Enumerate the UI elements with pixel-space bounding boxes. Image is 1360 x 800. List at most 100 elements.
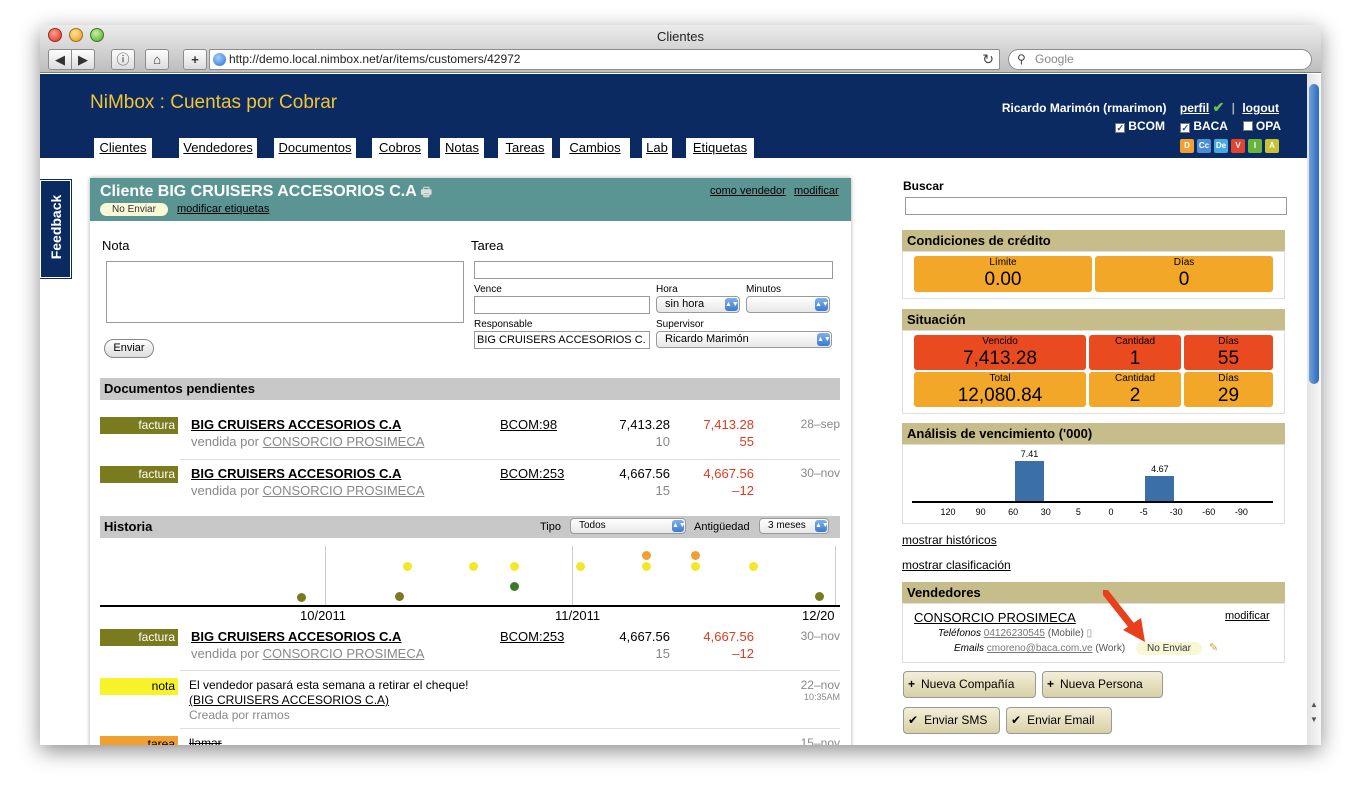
tab-cambios[interactable]: Cambios xyxy=(560,138,630,158)
modify-customer-link[interactable]: modificar xyxy=(794,185,839,197)
company-label-opa: OPA xyxy=(1255,119,1281,133)
aging-bar xyxy=(1015,461,1044,501)
print-icon[interactable]: 🖶 xyxy=(421,185,432,199)
seller-name-link[interactable]: CONSORCIO PROSIMECA xyxy=(914,610,1076,625)
tab-etiquetas[interactable]: Etiquetas xyxy=(686,138,754,158)
new-company-button[interactable]: + Nueva Compañía xyxy=(903,671,1036,698)
scroll-down-icon[interactable]: ▼ xyxy=(1310,715,1318,724)
as-seller-link[interactable]: como vendedor xyxy=(710,185,786,197)
note-textarea[interactable] xyxy=(106,261,464,323)
tab-documentos[interactable]: Documentos xyxy=(274,138,356,158)
send-note-button[interactable]: Enviar xyxy=(104,339,154,358)
feedback-tab[interactable]: Feedback xyxy=(40,180,71,278)
doc-days: 10 xyxy=(655,434,670,449)
v-icon[interactable]: V xyxy=(1231,139,1245,153)
d-icon[interactable]: D xyxy=(1180,139,1194,153)
doc-number-link[interactable]: BCOM:253 xyxy=(500,629,564,644)
scrollbar-thumb[interactable] xyxy=(1309,84,1319,384)
company-checkbox-baca[interactable]: ✓ xyxy=(1180,123,1191,133)
doc-number-link[interactable]: BCOM:98 xyxy=(500,417,557,432)
doc-date: 28–sep xyxy=(800,417,840,431)
hour-select[interactable]: sin hora ▲▼ xyxy=(656,296,740,313)
doc-number-link[interactable]: BCOM:253 xyxy=(500,466,564,481)
due-date-input[interactable] xyxy=(474,296,650,314)
doc-type-badge: factura xyxy=(100,466,178,483)
responsible-input[interactable]: BIG CRUISERS ACCESORIOS C. xyxy=(474,331,650,349)
tab-notas[interactable]: Notas xyxy=(440,138,484,158)
timeline-event-dot[interactable] xyxy=(395,592,404,601)
modify-tags-link[interactable]: modificar etiquetas xyxy=(177,203,269,215)
search-field[interactable]: ⚲ Google xyxy=(1008,49,1312,70)
situation-box: Vencido 7,413.28 Cantidad 1 Días 55 Total 12… xyxy=(902,330,1285,414)
timeline-event-dot[interactable] xyxy=(749,562,758,571)
minutes-select[interactable]: ▲▼ xyxy=(746,296,830,313)
tab-tareas[interactable]: Tareas xyxy=(498,138,552,158)
reload-icon[interactable]: ↻ xyxy=(982,50,994,69)
logout-link[interactable]: logout xyxy=(1242,101,1279,115)
address-bar[interactable]: http://demo.local.nimbox.net/ar/items/cu… xyxy=(209,49,1000,70)
aging-bucket-label: -90 xyxy=(1234,507,1248,517)
a-icon[interactable]: A xyxy=(1265,139,1279,153)
seller-email-link[interactable]: cmoreno@baca.com.ve xyxy=(987,643,1093,654)
timeline-event-dot[interactable] xyxy=(691,562,700,571)
note-type-badge: nota xyxy=(100,678,178,695)
edit-pencil-icon[interactable]: ✎ xyxy=(1209,641,1218,654)
company-checkbox-bcom[interactable]: ✓ xyxy=(1115,123,1126,133)
doc-sold-by: vendida por CONSORCIO PROSIMECA xyxy=(191,434,425,449)
age-select[interactable]: 3 meses ▲▼ xyxy=(759,518,829,534)
show-history-link[interactable]: mostrar históricos xyxy=(902,533,997,547)
timeline-event-dot[interactable] xyxy=(642,551,651,560)
forward-button[interactable]: ▶ xyxy=(71,49,95,70)
seller-card: CONSORCIO PROSIMECA modificar Teléfonos … xyxy=(902,588,1285,663)
total-days-cell: Días 29 xyxy=(1184,372,1273,407)
task-type-badge: tarea xyxy=(100,736,178,745)
supervisor-select[interactable]: Ricardo Marimón ▲▼ xyxy=(656,331,832,348)
task-input[interactable] xyxy=(474,261,833,279)
doc-customer-link[interactable]: BIG CRUISERS ACCESORIOS C.A xyxy=(191,417,401,432)
profile-link[interactable]: perfil xyxy=(1180,101,1209,115)
doc-seller-link[interactable]: CONSORCIO PROSIMECA xyxy=(263,434,425,449)
type-select[interactable]: Todos ▲▼ xyxy=(570,518,686,534)
overdue-amount-cell: Vencido 7,413.28 xyxy=(914,335,1086,370)
responsible-label: Responsable xyxy=(474,319,533,330)
timeline-event-dot[interactable] xyxy=(469,562,478,571)
select-arrows-icon: ▲▼ xyxy=(815,520,829,532)
add-bookmark-icon[interactable]: + xyxy=(183,49,207,70)
select-arrows-icon: ▲▼ xyxy=(815,298,829,311)
timeline-event-dot[interactable] xyxy=(815,592,824,601)
tab-clientes[interactable]: Clientes xyxy=(94,138,152,160)
timeline-event-dot[interactable] xyxy=(691,551,700,560)
scroll-up-icon[interactable]: ▲ xyxy=(1310,700,1318,709)
customer-search-input[interactable] xyxy=(905,197,1287,215)
doc-customer-link[interactable]: BIG CRUISERS ACCESORIOS C.A xyxy=(191,466,401,481)
de-icon[interactable]: De xyxy=(1214,139,1228,153)
cc-icon[interactable]: Cc xyxy=(1197,139,1211,153)
total-qty-cell: Cantidad 2 xyxy=(1089,372,1181,407)
back-button[interactable]: ◀ xyxy=(48,49,72,70)
timeline-event-dot[interactable] xyxy=(297,593,306,602)
doc-customer-link[interactable]: BIG CRUISERS ACCESORIOS C.A xyxy=(191,629,401,644)
timeline-event-dot[interactable] xyxy=(403,562,412,571)
send-email-button[interactable]: ✔ Enviar Email xyxy=(1006,707,1112,734)
timeline-event-dot[interactable] xyxy=(642,562,651,571)
company-checkbox-opa[interactable] xyxy=(1242,121,1253,131)
timeline-event-dot[interactable] xyxy=(576,562,585,571)
modify-seller-link[interactable]: modificar xyxy=(1225,610,1270,622)
doc-seller-link[interactable]: CONSORCIO PROSIMECA xyxy=(263,483,425,498)
note-customer-link[interactable]: (BIG CRUISERS ACCESORIOS C.A) xyxy=(189,693,389,707)
timeline-event-dot[interactable] xyxy=(510,562,519,571)
tab-cobros[interactable]: Cobros xyxy=(372,138,428,158)
i-icon[interactable]: I xyxy=(1248,139,1262,153)
vertical-scrollbar[interactable]: ▲ ▼ xyxy=(1307,74,1321,745)
doc-seller-link[interactable]: CONSORCIO PROSIMECA xyxy=(263,646,425,661)
send-sms-button[interactable]: ✔ Enviar SMS xyxy=(903,707,1000,734)
tab-lab[interactable]: Lab xyxy=(642,138,672,158)
seller-phone-link[interactable]: 04126230545 xyxy=(984,628,1045,639)
home-icon[interactable]: ⌂ xyxy=(145,49,169,70)
tab-vendedores[interactable]: Vendedores xyxy=(179,138,257,158)
info-icon[interactable]: ⓘ xyxy=(111,49,135,70)
timeline-event-dot[interactable] xyxy=(510,582,519,591)
new-person-button[interactable]: + Nueva Persona xyxy=(1042,671,1163,698)
show-classification-link[interactable]: mostrar clasificación xyxy=(902,558,1011,572)
seller-emails: Emails cmoreno@baca.com.ve (Work) xyxy=(954,643,1126,654)
